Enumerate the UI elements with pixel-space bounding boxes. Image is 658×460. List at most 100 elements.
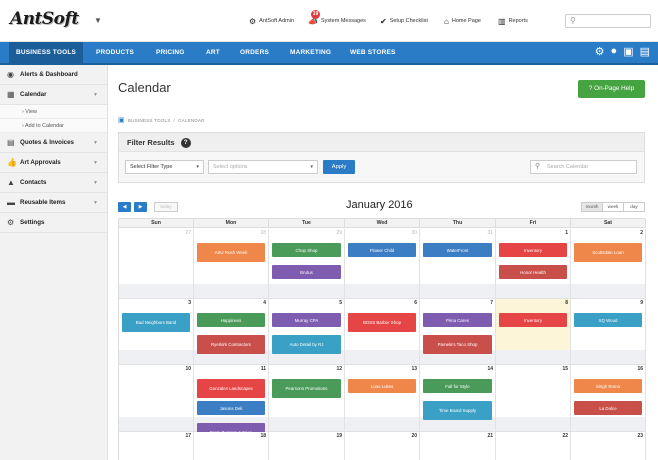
calendar-day[interactable]: 4 Happiness Ryerkirk Contractors <box>194 299 269 365</box>
sidebar-item-calendar[interactable]: ▦ Calendar ▼ <box>0 85 107 105</box>
calendar-event[interactable]: Inventory <box>499 243 567 257</box>
home-icon[interactable]: ▣ <box>118 116 125 124</box>
topnav-setup-checklist[interactable]: ✔ Setup Checklist <box>380 14 428 28</box>
nav-art[interactable]: ART <box>206 42 220 63</box>
view-month-button[interactable]: month <box>581 202 603 212</box>
calendar-event[interactable]: Honor Health <box>499 265 567 279</box>
sidebar-item-art-approvals[interactable]: 👍 Art Approvals ▼ <box>0 153 107 173</box>
calendar-day[interactable]: 27 <box>119 229 194 299</box>
sidebar-item-alerts-dashboard[interactable]: ◉ Alerts & Dashboard <box>0 65 107 85</box>
nav-business-tools[interactable]: BUSINESS TOOLS <box>9 42 83 63</box>
topnav-home-page[interactable]: ⌂ Home Page <box>444 14 481 28</box>
save-icon[interactable]: ▣ <box>623 45 633 58</box>
help-icon[interactable]: ? <box>180 138 191 148</box>
calendar-day[interactable]: 16 Singh Roma La Dolce <box>571 365 646 432</box>
calendar-event[interactable]: Pima Cares <box>423 313 492 327</box>
nav-products[interactable]: PRODUCTS <box>96 42 134 63</box>
calendar-day[interactable]: 3 Bad Neighbors Band <box>119 299 194 365</box>
sidebar-item-reusable-items[interactable]: ▬ Reusable Items ▼ <box>0 193 107 213</box>
calendar-day[interactable]: 15 <box>496 365 571 432</box>
sidebar-item-settings[interactable]: ⚙ Settings <box>0 213 107 233</box>
calendar-event[interactable]: Jasons Deli <box>197 401 265 415</box>
calendar-day[interactable]: 7 Pima Cares Pamela's Taco Shop <box>420 299 496 365</box>
topnav-system-messages[interactable]: 📣 19 System Messages <box>308 9 366 28</box>
calendar-day[interactable]: 29 Chop Shop Brutus <box>269 229 345 299</box>
nav-web-stores[interactable]: WEB STORES <box>350 42 396 63</box>
gear-icon[interactable]: ⚙ <box>595 45 605 58</box>
calendar-day[interactable]: 2 Scottsdale Loan <box>571 229 646 299</box>
filter-header: Filter Results ? <box>119 133 644 152</box>
calendar-event[interactable]: Happiness <box>197 313 265 327</box>
calendar-event[interactable]: Auto Detail by RJ <box>272 335 341 354</box>
calendar-day[interactable]: 22 <box>496 432 571 460</box>
calendar-event[interactable]: WaterFront <box>423 243 492 257</box>
calendar-day[interactable]: 1 Inventory Honor Health <box>496 229 571 299</box>
calendar-event[interactable]: ASU Rush Week <box>197 243 265 262</box>
logo[interactable]: AntSoft ▼ <box>8 9 102 31</box>
calendar-day[interactable]: 18 <box>194 432 269 460</box>
calendar-event[interactable]: La Dolce <box>574 401 642 415</box>
calendar-day[interactable]: 13 Luau Lukes <box>345 365 420 432</box>
apply-button[interactable]: Apply <box>323 160 355 174</box>
calendar-day[interactable]: 9 SQ Wood <box>571 299 646 365</box>
calendar-event[interactable]: Pamela's Taco Shop <box>423 335 492 354</box>
user-icon[interactable]: ● <box>611 45 618 58</box>
on-page-help-button[interactable]: ? On-Page Help <box>578 80 645 98</box>
topnav-reports[interactable]: ▥ Reports <box>498 14 528 28</box>
calendar-event[interactable]: Murray CPA <box>272 313 341 327</box>
calendar-event[interactable]: Singh Roma <box>574 379 642 393</box>
calendar-day[interactable]: 20 <box>345 432 420 460</box>
global-search-input[interactable]: ⚲ <box>565 14 651 28</box>
day-header: Tue <box>269 219 345 228</box>
calendar-event[interactable]: Pearsons Promotions <box>272 379 341 398</box>
nav-marketing[interactable]: MARKETING <box>290 42 331 63</box>
sidebar-subitem-view[interactable]: › View <box>0 105 107 119</box>
today-button[interactable]: today <box>154 202 178 212</box>
calendar-event[interactable]: Chop Shop <box>272 243 341 257</box>
calendar-day[interactable]: 10 <box>119 365 194 432</box>
filter-options-select[interactable]: Select options ▼ <box>208 160 318 174</box>
calendar-day[interactable]: 6 BOSS Barber Shop <box>345 299 420 365</box>
calendar-event[interactable]: BOSS Barber Shop <box>348 313 416 332</box>
topnav-admin[interactable]: ⚙ AntSoft Admin <box>249 14 294 28</box>
calendar-day[interactable]: 17 <box>119 432 194 460</box>
day-number: 6 <box>414 300 417 306</box>
prev-month-button[interactable]: ◀ <box>118 202 131 212</box>
calendar-day[interactable]: 14 Fall for Style Time Board Supply <box>420 365 496 432</box>
calendar-search-input[interactable]: ⚲ Search Calendar <box>530 160 637 174</box>
chevron-down-icon[interactable]: ▼ <box>94 16 102 25</box>
view-week-button[interactable]: week <box>602 202 624 212</box>
sidebar-subitem-add-to-calendar[interactable]: › Add to Calendar <box>0 119 107 133</box>
calendar-event[interactable]: Scottsdale Loan <box>574 243 642 262</box>
nav-orders[interactable]: ORDERS <box>240 42 269 63</box>
calendar-day[interactable]: 31 WaterFront <box>420 229 496 299</box>
calendar-event[interactable]: Ryerkirk Contractors <box>197 335 265 354</box>
sidebar-item-quotes-invoices[interactable]: ▤ Quotes & Invoices ▼ <box>0 133 107 153</box>
calendar-day-today[interactable]: 8 Inventory <box>496 299 571 365</box>
calendar-event[interactable]: Inventory <box>499 313 567 327</box>
calendar-event[interactable]: Bad Neighbors Band <box>122 313 190 332</box>
calendar-event[interactable]: Luau Lukes <box>348 379 416 393</box>
sidebar-item-contacts[interactable]: ▲ Contacts ▼ <box>0 173 107 193</box>
calendar-day[interactable]: 5 Murray CPA Auto Detail by RJ <box>269 299 345 365</box>
calendar-day[interactable]: 21 <box>420 432 496 460</box>
calendar-event[interactable]: Flower Child <box>348 243 416 257</box>
calendar-day[interactable]: 19 <box>269 432 345 460</box>
calendar-day[interactable]: 28 ASU Rush Week <box>194 229 269 299</box>
breadcrumb-business-tools[interactable]: BUSINESS TOOLS <box>128 118 171 123</box>
calendar-event[interactable]: SQ Wood <box>574 313 642 327</box>
calendar-day[interactable]: 23 <box>571 432 646 460</box>
calendar-event[interactable]: Gonzales Landscapes <box>197 379 265 398</box>
filter-type-select[interactable]: Select Filter Type ▼ <box>125 160 204 174</box>
calendar-event[interactable]: Time Board Supply <box>423 401 492 420</box>
calendar-event[interactable]: Brutus <box>272 265 341 279</box>
next-month-button[interactable]: ▶ <box>134 202 147 212</box>
calendar-day[interactable]: 30 Flower Child <box>345 229 420 299</box>
sidebar-item-label: Contacts <box>20 179 47 186</box>
calendar-event[interactable]: Fall for Style <box>423 379 492 393</box>
document-icon[interactable]: ▤ <box>640 45 650 58</box>
calendar-day[interactable]: 12 Pearsons Promotions <box>269 365 345 432</box>
nav-pricing[interactable]: PRICING <box>156 42 185 63</box>
view-day-button[interactable]: day <box>623 202 645 212</box>
calendar-day[interactable]: 11Gonzales LandscapesJasons DeliFarm Bur… <box>194 365 269 442</box>
